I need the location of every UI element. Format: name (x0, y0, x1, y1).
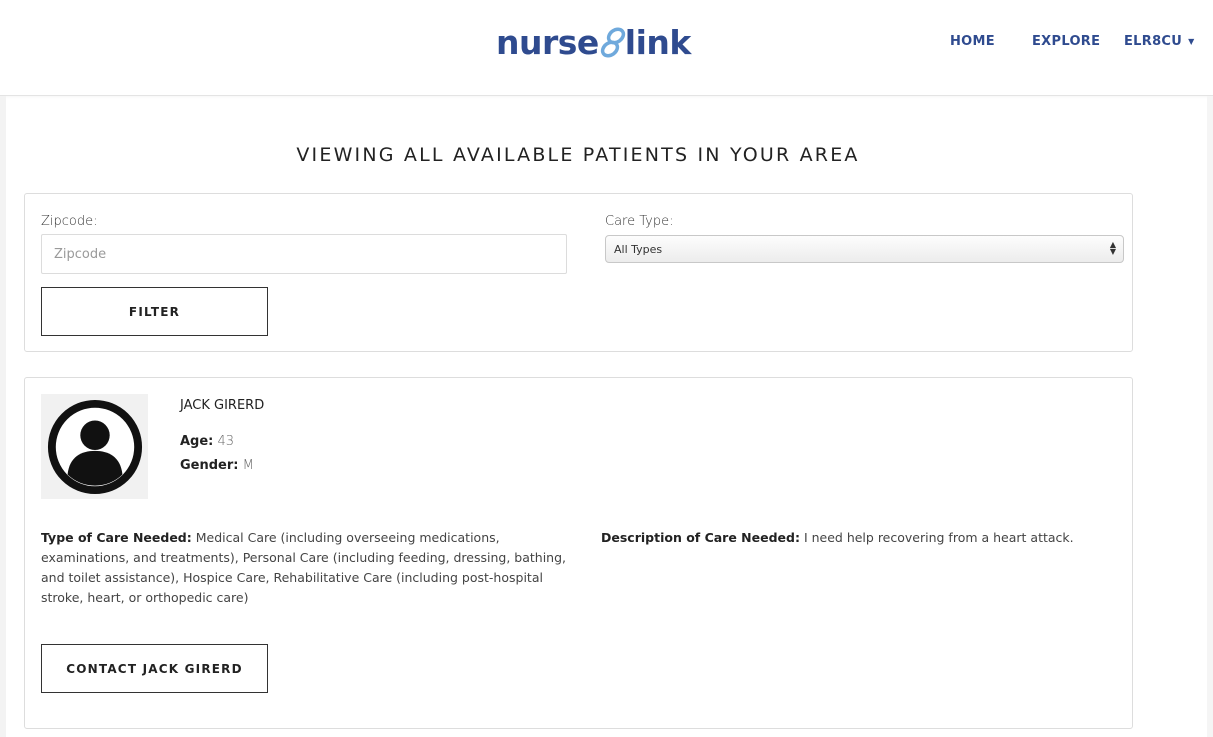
caret-down-icon: ▼ (1188, 37, 1195, 46)
user-avatar-icon (47, 399, 142, 494)
logo-text-nurse: nurse (496, 22, 599, 62)
nurselink-logo[interactable]: nurse link (496, 20, 691, 64)
select-arrows-icon: ▲ ▼ (1109, 240, 1116, 256)
patient-avatar (41, 394, 148, 499)
page-right-gutter (1207, 96, 1213, 737)
care-description-label: Description of Care Needed: (601, 530, 800, 545)
age-label: Age: (180, 434, 214, 449)
user-menu-dropdown[interactable]: ELR8CU ▼ (1124, 34, 1195, 49)
care-type-select[interactable]: All Types ▲ ▼ (605, 235, 1124, 263)
top-navbar: nurse link HOME EXPLORE ELR8CU ▼ (0, 0, 1213, 96)
gender-label: Gender: (180, 458, 239, 473)
zipcode-label: Zipcode: (41, 214, 98, 229)
gender-value: M (242, 458, 254, 473)
filter-button[interactable]: FILTER (41, 287, 268, 336)
nav-home-link[interactable]: HOME (950, 34, 995, 49)
nav-explore-link[interactable]: EXPLORE (1032, 34, 1100, 49)
user-menu-label: ELR8CU (1124, 34, 1183, 49)
page-title: VIEWING ALL AVAILABLE PATIENTS IN YOUR A… (296, 144, 860, 166)
zipcode-input[interactable] (41, 234, 567, 274)
care-description: Description of Care Needed: I need help … (601, 528, 1121, 548)
care-description-text: I need help recovering from a heart atta… (803, 530, 1074, 545)
care-type-label: Care Type: (605, 214, 674, 229)
page-left-gutter (0, 96, 6, 737)
patient-gender: Gender: M (180, 458, 254, 473)
care-type-selected-value: All Types (614, 242, 663, 256)
contact-patient-button[interactable]: CONTACT JACK GIRERD (41, 644, 268, 693)
age-value: 43 (217, 434, 235, 449)
link-chain-icon (600, 27, 625, 58)
patient-card: JACK GIRERD Age: 43 Gender: M Type of Ca… (24, 377, 1133, 729)
patient-age: Age: 43 (180, 434, 234, 449)
logo-text-link: link (624, 22, 692, 62)
care-type-needed: Type of Care Needed: Medical Care (inclu… (41, 528, 581, 608)
care-type-needed-label: Type of Care Needed: (41, 530, 192, 545)
filter-panel: Zipcode: Care Type: All Types ▲▼ FILTER (24, 193, 1133, 352)
patient-name: JACK GIRERD (180, 398, 265, 413)
